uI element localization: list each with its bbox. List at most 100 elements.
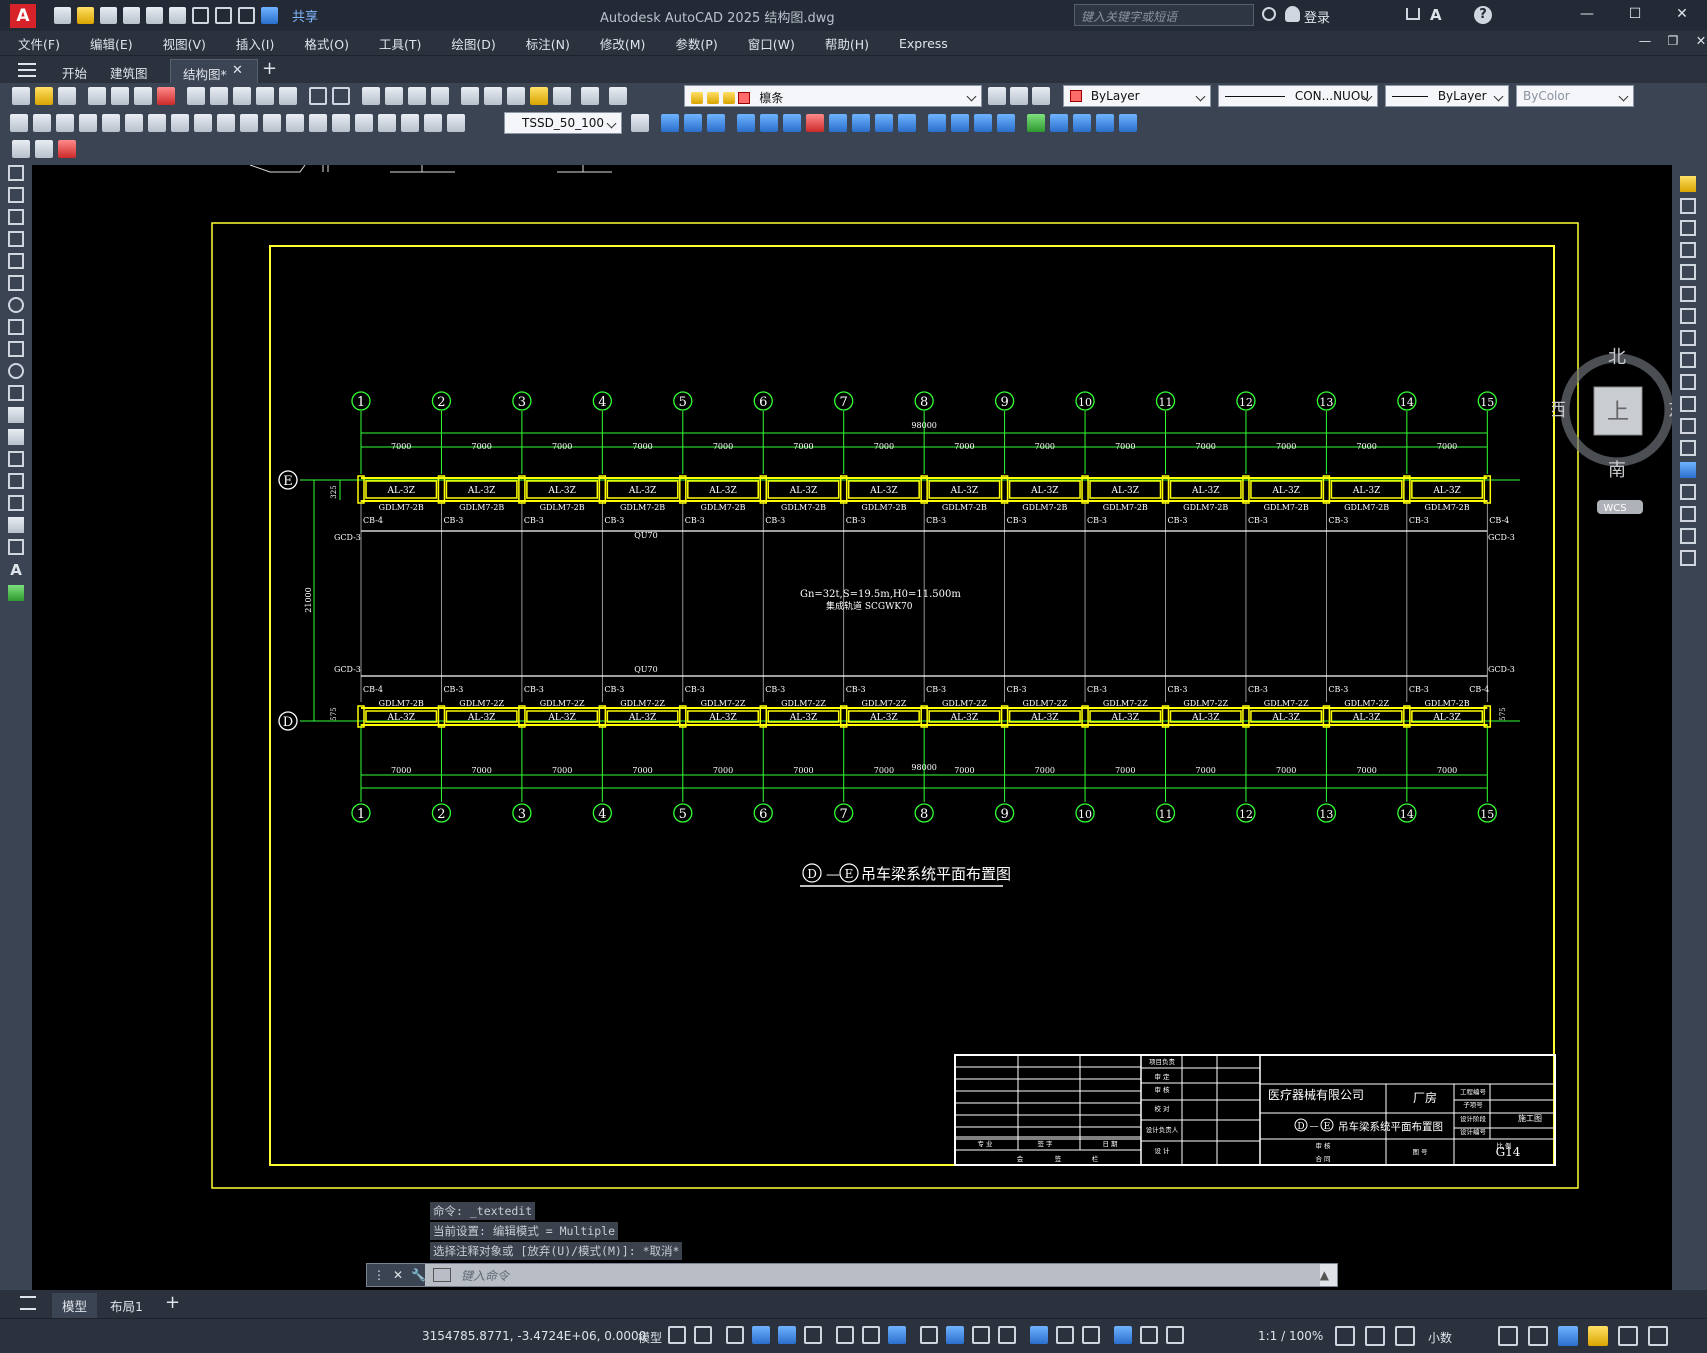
union-icon[interactable]	[661, 114, 679, 132]
rectangle-icon[interactable]	[8, 253, 24, 269]
layer-dropdown[interactable]: 檩条	[684, 85, 982, 107]
viewcube-north[interactable]: 北	[1608, 347, 1626, 368]
tool-palettes-icon[interactable]	[507, 87, 525, 105]
customize-qat-icon[interactable]	[238, 7, 255, 24]
undo-icon[interactable]	[192, 7, 209, 24]
offset-icon[interactable]	[1680, 242, 1696, 258]
block-editor-icon[interactable]	[279, 87, 297, 105]
publish-icon[interactable]	[146, 7, 163, 24]
auto-scale-icon[interactable]	[1140, 1326, 1158, 1344]
save-icon[interactable]	[58, 87, 76, 105]
ortho-icon[interactable]	[778, 1326, 796, 1344]
doc-restore-button[interactable]: ❐	[1658, 33, 1688, 53]
autocad-logo-icon[interactable]: A	[10, 3, 36, 28]
linear-dim-icon[interactable]	[10, 114, 28, 132]
zoom-realtime-icon[interactable]	[385, 87, 403, 105]
menu-draw[interactable]: 绘图(D)	[451, 34, 495, 53]
erase-icon[interactable]	[1680, 176, 1696, 192]
menu-dimension[interactable]: 标注(N)	[526, 34, 570, 53]
chamfer-icon[interactable]	[1680, 484, 1696, 500]
coordinates-readout[interactable]: 3154785.8771, -3.4724E+06, 0.0000	[422, 1329, 646, 1343]
point-icon[interactable]	[8, 451, 24, 467]
line-icon[interactable]	[8, 165, 24, 181]
move-faces-icon[interactable]	[760, 114, 778, 132]
extrude-edges-icon[interactable]	[1050, 114, 1068, 132]
separate-icon[interactable]	[974, 114, 992, 132]
inspection-icon[interactable]	[355, 114, 373, 132]
shell-icon[interactable]	[997, 114, 1015, 132]
jogged-linear-icon[interactable]	[378, 114, 396, 132]
snap-icon[interactable]	[694, 1326, 712, 1344]
save-icon[interactable]	[100, 7, 117, 24]
insert-block-icon[interactable]	[8, 407, 24, 423]
dynamic-input-icon[interactable]	[752, 1326, 770, 1344]
ellipse-arc-icon[interactable]	[8, 385, 24, 401]
copy-faces-icon[interactable]	[875, 114, 893, 132]
add-layout-icon[interactable]: +	[165, 1292, 180, 1313]
dim-update-icon[interactable]	[447, 114, 465, 132]
open-file-icon[interactable]	[77, 7, 94, 24]
hatch-icon[interactable]	[8, 473, 24, 489]
copy-object-icon[interactable]	[1680, 198, 1696, 214]
tab-struct-drawing[interactable]: 结构图*	[170, 59, 258, 83]
pdf-icon[interactable]	[157, 87, 175, 105]
search-icon[interactable]	[1262, 7, 1276, 21]
print-preview-icon[interactable]	[111, 87, 129, 105]
isometric-icon[interactable]	[836, 1326, 854, 1344]
circle-icon[interactable]	[8, 297, 24, 313]
join-icon[interactable]	[1680, 462, 1696, 478]
stretch-icon[interactable]	[1680, 352, 1696, 368]
zoom-previous-icon[interactable]	[431, 87, 449, 105]
save-as-icon[interactable]	[123, 7, 140, 24]
aligned-dim-icon[interactable]	[33, 114, 51, 132]
viewcube-south[interactable]: 南	[1608, 460, 1626, 481]
quick-dim-icon[interactable]	[194, 114, 212, 132]
quick-properties-icon[interactable]	[1498, 1326, 1518, 1346]
construction-line-icon[interactable]	[8, 187, 24, 203]
annotation-scale-dropdown[interactable]: 1:1 / 100%	[1258, 1329, 1323, 1343]
make-block-icon[interactable]	[8, 429, 24, 445]
customization-icon[interactable]	[1648, 1326, 1668, 1346]
copy-edges-icon[interactable]	[1073, 114, 1091, 132]
color-edges-icon[interactable]	[1096, 114, 1114, 132]
linetype-dropdown[interactable]: CON...NUOU	[1218, 85, 1378, 107]
extend-icon[interactable]	[1680, 396, 1696, 412]
ordinate-dim-icon[interactable]	[79, 114, 97, 132]
undo-icon[interactable]	[309, 87, 327, 105]
tab-arch-drawing[interactable]: 建筑图	[98, 59, 160, 83]
ellipse-icon[interactable]	[8, 363, 24, 379]
menu-insert[interactable]: 插入(I)	[236, 34, 274, 53]
explode-icon[interactable]	[1680, 550, 1696, 566]
cart-icon[interactable]	[1406, 8, 1420, 20]
menu-tools[interactable]: 工具(T)	[379, 34, 421, 53]
command-input[interactable]: 键入命令	[425, 1264, 1320, 1286]
recent-commands-icon[interactable]	[433, 1268, 451, 1282]
add-selected-icon[interactable]	[8, 585, 24, 601]
maximize-button[interactable]: ☐	[1620, 6, 1650, 26]
layout-menu-icon[interactable]	[20, 1296, 36, 1310]
radius-dim-icon[interactable]	[102, 114, 120, 132]
tab-layout1[interactable]: 布局1	[110, 1296, 143, 1315]
center-mark-icon[interactable]	[332, 114, 350, 132]
dim-edit-icon[interactable]	[401, 114, 419, 132]
gradient-icon[interactable]	[8, 495, 24, 511]
break-icon[interactable]	[1680, 440, 1696, 456]
tab-model[interactable]: 模型	[52, 1293, 98, 1318]
open-icon[interactable]	[35, 87, 53, 105]
menu-format[interactable]: 格式(O)	[304, 34, 349, 53]
taper-faces-icon[interactable]	[852, 114, 870, 132]
table-icon[interactable]	[8, 539, 24, 555]
clean-icon[interactable]	[951, 114, 969, 132]
menu-parametric[interactable]: 参数(P)	[675, 34, 717, 53]
sheet-set-icon[interactable]	[530, 87, 548, 105]
region-icon[interactable]	[8, 517, 24, 533]
spline-icon[interactable]	[8, 341, 24, 357]
menu-help[interactable]: 帮助(H)	[825, 34, 869, 53]
design-center-icon[interactable]	[484, 87, 502, 105]
doc-minimize-button[interactable]: —	[1630, 33, 1660, 53]
menu-window[interactable]: 窗口(W)	[748, 34, 795, 53]
object-snap-tracking-icon[interactable]	[862, 1326, 880, 1344]
dim-text-edit-icon[interactable]	[424, 114, 442, 132]
viewcube-west[interactable]: 西	[1548, 400, 1566, 421]
polygon-icon[interactable]	[8, 231, 24, 247]
